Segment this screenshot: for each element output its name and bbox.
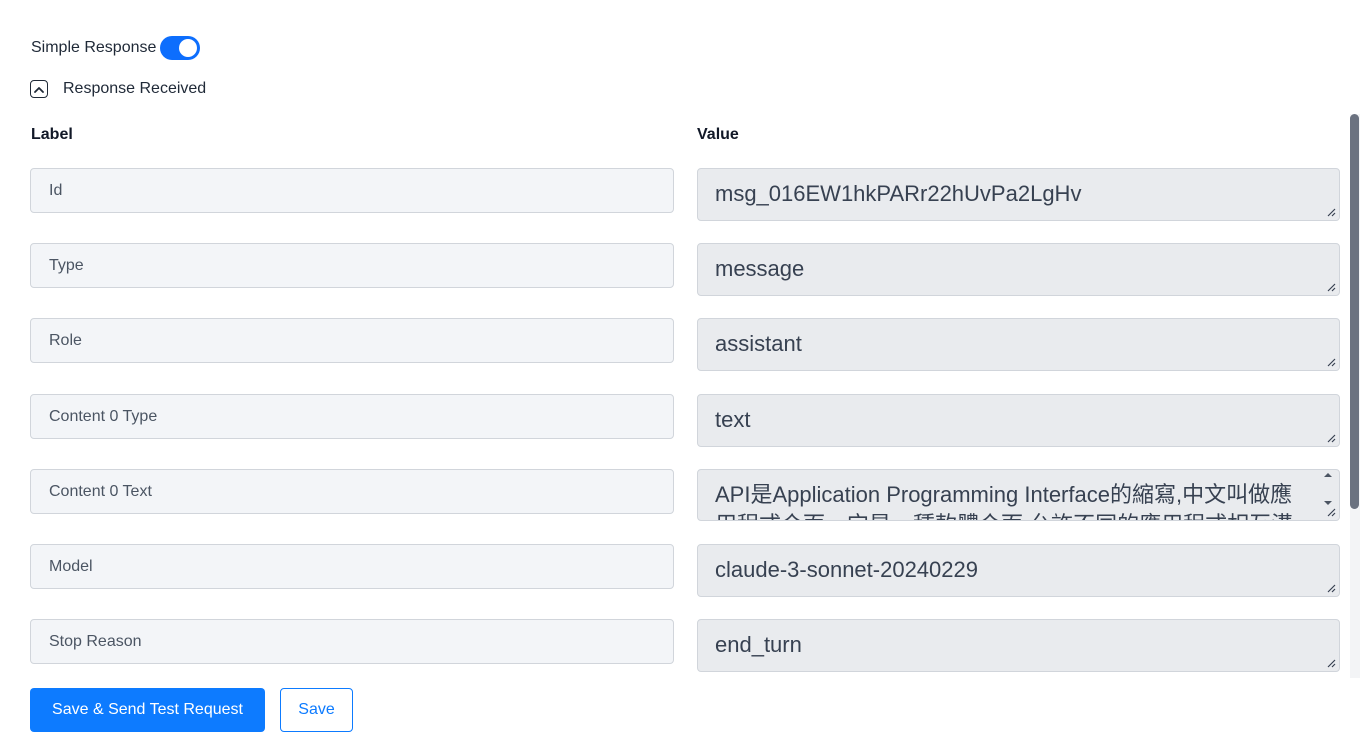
page-scrollbar-thumb[interactable] bbox=[1350, 114, 1359, 509]
label-field-type[interactable]: Type bbox=[30, 243, 674, 288]
value-field-id[interactable]: msg_016EW1hkPARr22hUvPa2LgHv bbox=[697, 168, 1340, 221]
value-text: claude-3-sonnet-20240229 bbox=[715, 557, 978, 582]
value-column-header: Value bbox=[697, 126, 739, 143]
resize-grip-icon[interactable] bbox=[1326, 583, 1336, 593]
value-text: msg_016EW1hkPARr22hUvPa2LgHv bbox=[715, 181, 1082, 206]
label-field-id[interactable]: Id bbox=[30, 168, 674, 213]
simple-response-toggle[interactable] bbox=[160, 36, 201, 60]
value-text: message bbox=[715, 256, 805, 281]
simple-response-label: Simple Response bbox=[31, 39, 157, 56]
value-field-stop-reason[interactable]: end_turn bbox=[697, 619, 1340, 672]
label-field-stop-reason[interactable]: Stop Reason bbox=[30, 619, 674, 664]
label-field-content-0-type[interactable]: Content 0 Type bbox=[30, 394, 674, 439]
response-received-header: Response Received bbox=[30, 80, 206, 98]
value-text: text bbox=[715, 407, 751, 432]
resize-grip-icon[interactable] bbox=[1326, 433, 1336, 443]
save-and-send-test-request-button[interactable]: Save & Send Test Request bbox=[30, 688, 265, 732]
scroll-up-icon[interactable] bbox=[1323, 472, 1333, 478]
value-field-content-0-text[interactable]: API是Application Programming Interface的縮寫… bbox=[697, 469, 1340, 521]
value-field-model[interactable]: claude-3-sonnet-20240229 bbox=[697, 544, 1340, 597]
chevron-up-icon bbox=[34, 86, 44, 93]
value-text: assistant bbox=[715, 331, 802, 356]
resize-grip-icon[interactable] bbox=[1326, 282, 1336, 292]
label-field-role[interactable]: Role bbox=[30, 318, 674, 363]
simple-response-row: Simple Response bbox=[31, 36, 201, 60]
collapse-button[interactable] bbox=[30, 80, 48, 98]
label-column-header: Label bbox=[31, 126, 73, 143]
value-field-type[interactable]: message bbox=[697, 243, 1340, 296]
value-text: end_turn bbox=[715, 632, 802, 657]
label-field-content-0-text[interactable]: Content 0 Text bbox=[30, 469, 674, 514]
save-button[interactable]: Save bbox=[280, 688, 353, 732]
resize-grip-icon[interactable] bbox=[1326, 658, 1336, 668]
resize-grip-icon[interactable] bbox=[1326, 507, 1336, 517]
value-text: API是Application Programming Interface的縮寫… bbox=[715, 482, 1293, 520]
label-field-model[interactable]: Model bbox=[30, 544, 674, 589]
resize-grip-icon[interactable] bbox=[1326, 207, 1336, 217]
response-page: Simple Response Response Received Label … bbox=[0, 0, 1370, 746]
scroll-down-icon[interactable] bbox=[1323, 500, 1333, 506]
resize-grip-icon[interactable] bbox=[1326, 357, 1336, 367]
section-title: Response Received bbox=[63, 80, 207, 97]
textarea-scrollbar[interactable] bbox=[1319, 472, 1337, 506]
value-field-content-0-type[interactable]: text bbox=[697, 394, 1340, 447]
toggle-knob bbox=[179, 39, 198, 57]
value-field-role[interactable]: assistant bbox=[697, 318, 1340, 371]
